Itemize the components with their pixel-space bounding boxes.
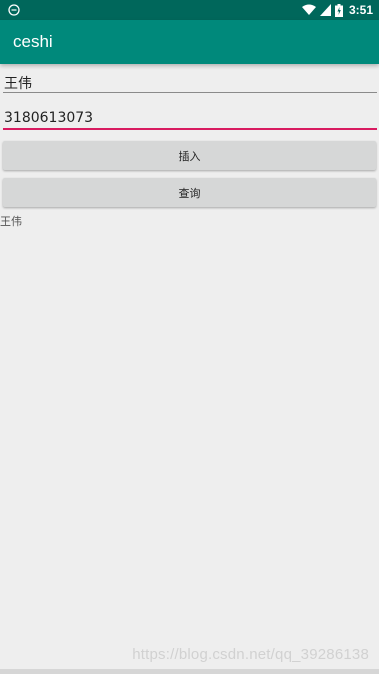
status-icons: 3:51 [301,0,373,20]
cell-signal-icon [319,4,331,16]
watermark: https://blog.csdn.net/qq_39286138 [132,646,369,663]
insert-button[interactable]: 插入 [3,141,376,170]
app-title: ceshi [13,32,53,51]
bottom-edge [0,669,379,674]
status-time: 3:51 [348,3,373,17]
name-input[interactable] [3,73,377,93]
battery-icon [334,3,343,17]
wifi-icon [301,4,316,15]
app-bar: ceshi [0,20,379,64]
phone-input[interactable] [3,108,377,130]
app-notification-icon [8,4,20,16]
query-button[interactable]: 查询 [3,178,376,207]
query-result-text: 王伟 [0,215,22,228]
status-bar: 3:51 [0,0,379,20]
